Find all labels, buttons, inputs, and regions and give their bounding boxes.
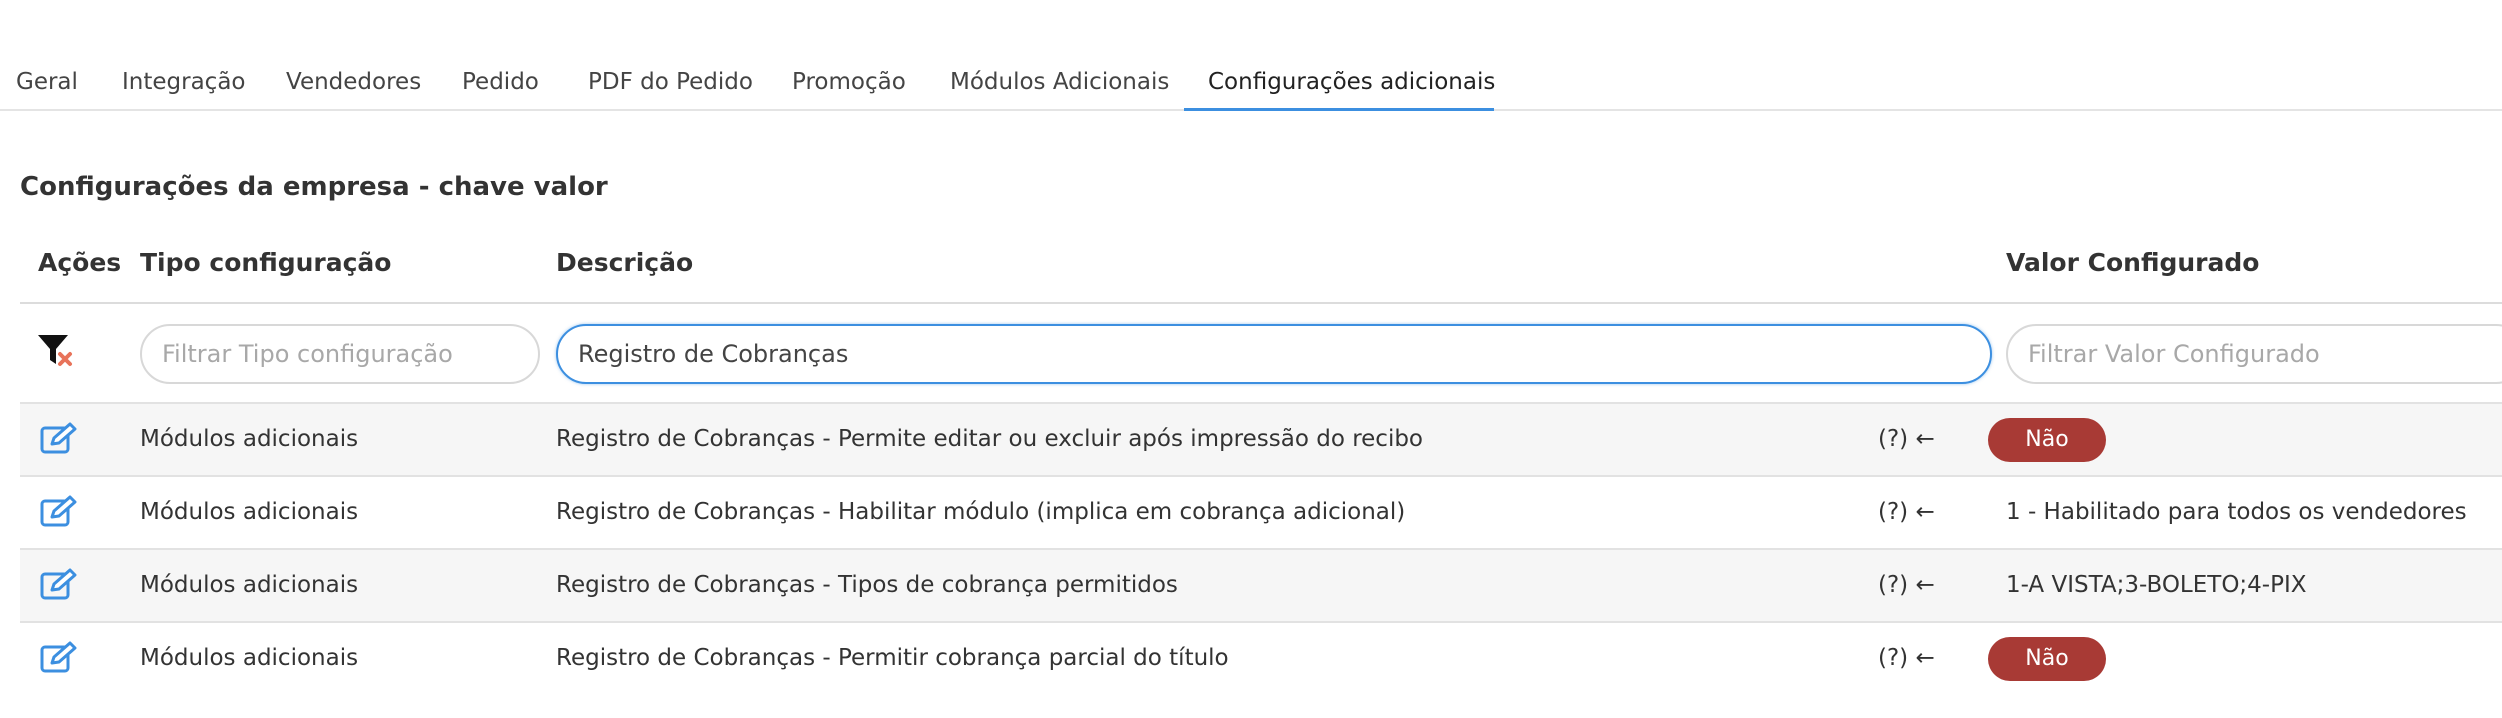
tab-label: Promoção — [792, 69, 906, 95]
cell-tipo: Módulos adicionais — [140, 572, 359, 598]
tab-pdf-do-pedido[interactable]: PDF do Pedido — [564, 62, 777, 111]
cell-descricao: Registro de Cobranças - Permitir cobranç… — [556, 645, 1229, 671]
help-link[interactable]: (?) ← — [1878, 550, 1935, 621]
edit-icon[interactable] — [40, 495, 78, 529]
cell-tipo: Módulos adicionais — [140, 645, 359, 671]
cell-valor: 1 - Habilitado para todos os vendedores — [2006, 499, 2467, 525]
tab-label: Pedido — [462, 69, 539, 95]
tab-modulos-adicionais[interactable]: Módulos Adicionais — [926, 62, 1193, 111]
cell-tipo: Módulos adicionais — [140, 426, 359, 452]
help-link[interactable]: (?) ← — [1878, 404, 1935, 475]
filter-row — [20, 304, 2502, 402]
status-badge[interactable]: Não — [1988, 637, 2106, 681]
edit-icon[interactable] — [40, 641, 78, 675]
tab-bar: Geral Integração Vendedores Pedido PDF d… — [0, 0, 2502, 111]
filter-descricao-input[interactable] — [556, 324, 1992, 384]
table-row: Módulos adicionais Registro de Cobranças… — [20, 548, 2502, 621]
status-badge[interactable]: Não — [1988, 418, 2106, 462]
filter-valor-configurado-input[interactable] — [2006, 324, 2502, 384]
tab-configuracoes-adicionais[interactable]: Configurações adicionais — [1184, 62, 1496, 111]
help-link[interactable]: (?) ← — [1878, 623, 1935, 694]
help-link[interactable]: (?) ← — [1878, 477, 1935, 548]
column-header-descricao[interactable]: Descrição — [556, 248, 693, 277]
column-header-valor-configurado[interactable]: Valor Configurado — [2006, 248, 2259, 277]
tab-label: Módulos Adicionais — [950, 69, 1170, 95]
tab-pedido[interactable]: Pedido — [438, 62, 563, 111]
tab-label: Integração — [122, 69, 246, 95]
tab-integracao[interactable]: Integração — [98, 62, 270, 111]
filter-tipo-configuracao-input[interactable] — [140, 324, 540, 384]
tab-label: Geral — [16, 69, 78, 95]
tab-promocao[interactable]: Promoção — [768, 62, 930, 111]
filter-clear-icon[interactable] — [36, 332, 80, 372]
table-row: Módulos adicionais Registro de Cobranças… — [20, 621, 2502, 694]
tab-vendedores[interactable]: Vendedores — [262, 62, 445, 111]
table-row: Módulos adicionais Registro de Cobranças… — [20, 402, 2502, 475]
cell-valor: 1-A VISTA;3-BOLETO;4-PIX — [2006, 572, 2307, 598]
cell-descricao: Registro de Cobranças - Habilitar módulo… — [556, 499, 1406, 525]
tab-label: Vendedores — [286, 69, 422, 95]
cell-descricao: Registro de Cobranças - Tipos de cobranç… — [556, 572, 1178, 598]
cell-descricao: Registro de Cobranças - Permite editar o… — [556, 426, 1424, 452]
table-row: Módulos adicionais Registro de Cobranças… — [20, 475, 2502, 548]
column-header-acoes: Ações — [38, 248, 122, 277]
tab-label: PDF do Pedido — [588, 69, 753, 95]
edit-icon[interactable] — [40, 568, 78, 602]
tab-geral[interactable]: Geral — [0, 62, 102, 111]
tab-label: Configurações adicionais — [1208, 69, 1496, 95]
cell-tipo: Módulos adicionais — [140, 499, 359, 525]
section-title: Configurações da empresa - chave valor — [20, 172, 608, 202]
edit-icon[interactable] — [40, 422, 78, 456]
column-header-tipo-configuracao[interactable]: Tipo configuração — [140, 248, 391, 277]
